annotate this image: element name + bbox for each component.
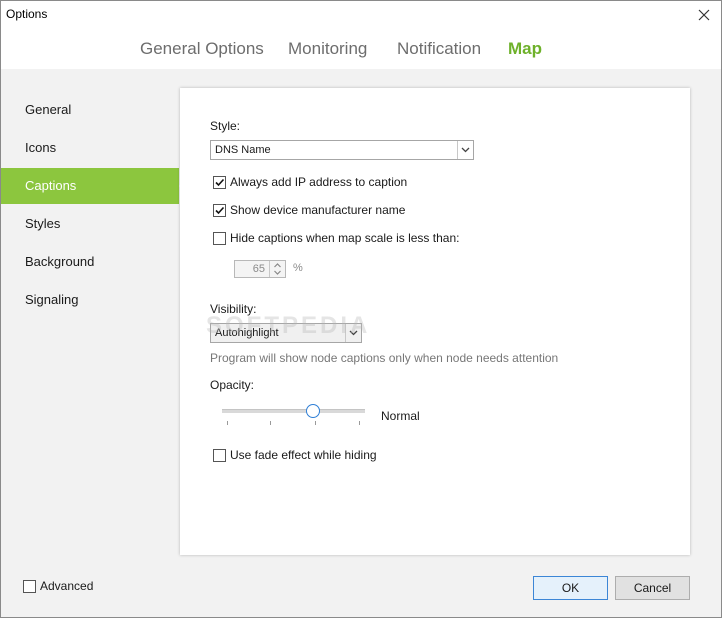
hide-captions-checkbox[interactable] (213, 232, 226, 245)
sidebar-item-styles[interactable]: Styles (1, 206, 179, 242)
tab-notification[interactable]: Notification (397, 39, 481, 59)
sidebar-item-general[interactable]: General (1, 92, 179, 128)
always-add-ip-label[interactable]: Always add IP address to caption (230, 175, 407, 189)
sidebar-item-icons[interactable]: Icons (1, 130, 179, 166)
cancel-button[interactable]: Cancel (615, 576, 690, 600)
slider-tick (359, 421, 360, 425)
slider-tick (270, 421, 271, 425)
chevron-down-icon (345, 324, 361, 342)
visibility-hint: Program will show node captions only whe… (210, 351, 559, 365)
visibility-select-value: Autohighlight (215, 327, 279, 339)
title-bar: Options (1, 1, 721, 31)
show-manufacturer-label[interactable]: Show device manufacturer name (230, 203, 405, 217)
style-select-value: DNS Name (215, 144, 271, 156)
style-label: Style: (210, 119, 241, 133)
close-icon (698, 9, 710, 21)
tab-map[interactable]: Map (508, 39, 542, 59)
scale-unit: % (293, 262, 303, 274)
opacity-slider[interactable] (222, 401, 365, 427)
sidebar-item-label: Signaling (25, 292, 79, 307)
spinner-buttons[interactable] (269, 261, 285, 277)
chevron-up-icon (274, 263, 281, 275)
options-window: Options General Options Monitoring Notif… (0, 0, 722, 618)
opacity-label: Opacity: (210, 378, 255, 392)
scale-spinner-value: 65 (252, 263, 265, 275)
sidebar-item-captions[interactable]: Captions (1, 168, 188, 204)
visibility-label: Visibility: (210, 302, 257, 316)
close-button[interactable] (693, 5, 715, 25)
visibility-select[interactable]: Autohighlight (210, 323, 362, 343)
top-tabs: General Options Monitoring Notification … (1, 31, 721, 69)
sidebar-item-label: Styles (25, 216, 61, 231)
sidebar-item-label: Icons (25, 140, 57, 155)
checkmark-icon (215, 206, 225, 215)
always-add-ip-checkbox[interactable] (213, 176, 226, 189)
tab-general-options[interactable]: General Options (140, 39, 264, 59)
window-title: Options (6, 7, 48, 21)
opacity-value-label: Normal (381, 409, 420, 423)
fade-effect-checkbox[interactable] (213, 449, 226, 462)
chevron-down-icon (457, 141, 473, 159)
slider-thumb[interactable] (306, 404, 320, 418)
fade-effect-label[interactable]: Use fade effect while hiding (230, 448, 377, 462)
tab-monitoring[interactable]: Monitoring (288, 39, 367, 59)
ok-button[interactable]: OK (533, 576, 608, 600)
show-manufacturer-checkbox[interactable] (213, 204, 226, 217)
sidebar-item-label: Captions (25, 178, 77, 193)
sidebar: General Icons Captions Styles Background… (1, 69, 188, 559)
style-select[interactable]: DNS Name (210, 140, 474, 160)
slider-track (222, 409, 365, 413)
advanced-label[interactable]: Advanced (40, 579, 93, 593)
slider-tick (227, 421, 228, 425)
checkmark-icon (215, 178, 225, 187)
sidebar-item-background[interactable]: Background (1, 244, 179, 280)
advanced-checkbox[interactable] (23, 580, 36, 593)
sidebar-item-label: Background (25, 254, 95, 269)
hide-captions-label[interactable]: Hide captions when map scale is less tha… (230, 231, 459, 245)
slider-tick (315, 421, 316, 425)
sidebar-item-signaling[interactable]: Signaling (1, 282, 179, 318)
sidebar-item-label: General (25, 102, 72, 117)
scale-spinner[interactable]: 65 (234, 260, 286, 278)
